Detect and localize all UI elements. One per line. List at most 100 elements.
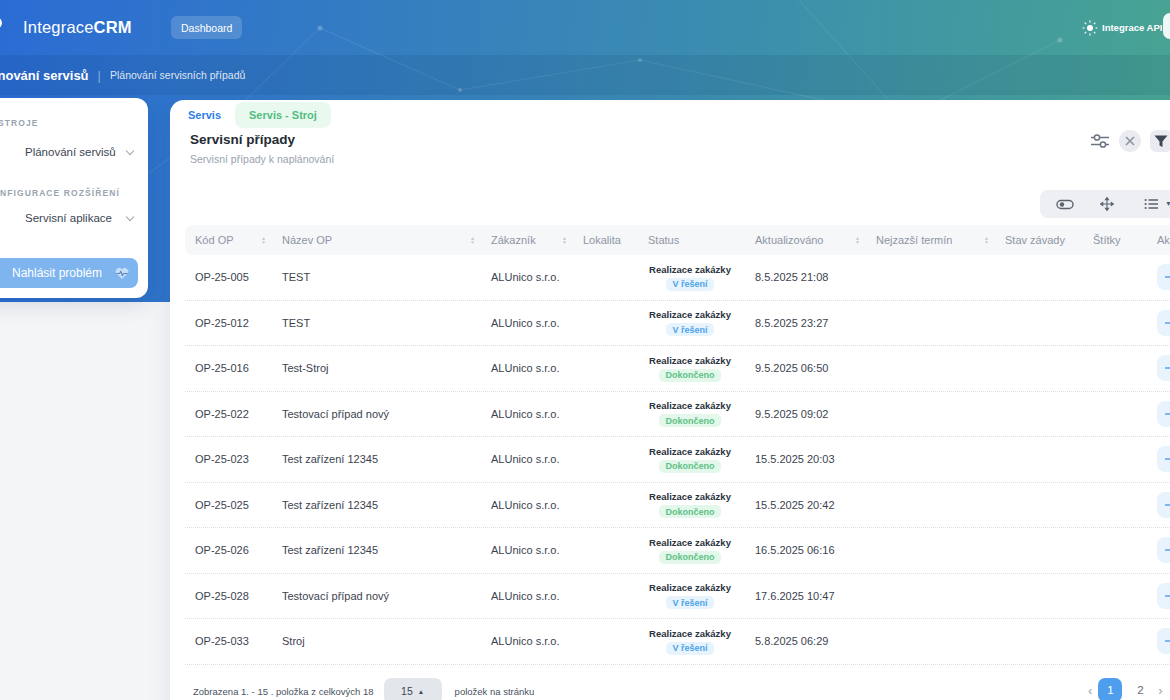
cell-zakaznik: ALUnico s.r.o. bbox=[491, 317, 583, 329]
page-button-2[interactable]: 2 bbox=[1128, 678, 1152, 700]
integrace-api-label[interactable]: Integrace API bbox=[1102, 22, 1162, 33]
row-detail-button[interactable] bbox=[1157, 310, 1170, 336]
cell-kod-op: OP-25-026 bbox=[195, 544, 282, 556]
cell-zakaznik: ALUnico s.r.o. bbox=[491, 271, 583, 283]
cell-akce bbox=[1157, 537, 1170, 563]
column-nazev-op[interactable]: Název OP▲▼ bbox=[282, 234, 491, 246]
status-name: Realizace zakázky bbox=[649, 264, 731, 275]
per-page-label: položek na stránku bbox=[455, 686, 535, 697]
cell-nazev-op: TEST bbox=[282, 317, 491, 329]
clear-filter-button[interactable] bbox=[1119, 130, 1141, 152]
page-size-select[interactable]: 15 ▲ bbox=[384, 678, 442, 700]
column-zakaznik[interactable]: Zákazník▲▼ bbox=[491, 234, 583, 246]
breadcrumb-subtitle: Plánování servisních případů bbox=[110, 69, 245, 81]
cell-zakaznik: ALUnico s.r.o. bbox=[491, 499, 583, 511]
cell-aktualizovano: 9.5.2025 06:50 bbox=[740, 362, 876, 374]
row-detail-button[interactable] bbox=[1157, 628, 1170, 654]
cell-akce bbox=[1157, 401, 1170, 427]
cell-nazev-op: Test zařízení 12345 bbox=[282, 499, 491, 511]
cell-akce bbox=[1157, 446, 1170, 472]
health-icon bbox=[115, 267, 129, 280]
cell-aktualizovano: 16.5.2025 06:16 bbox=[740, 544, 876, 556]
cell-status: Realizace zakázky Dokončeno bbox=[640, 491, 740, 518]
sidebar-item-planovani-servisu[interactable]: Plánování servisů bbox=[25, 146, 116, 158]
row-detail-button[interactable] bbox=[1157, 446, 1170, 472]
cell-kod-op: OP-25-012 bbox=[195, 317, 282, 329]
column-nejzazsi-termin[interactable]: Nejzazší termín▲▼ bbox=[876, 234, 1005, 246]
column-aktualizovano[interactable]: Aktualizováno▲▼ bbox=[740, 234, 876, 246]
cell-aktualizovano: 5.8.2025 06:29 bbox=[740, 635, 876, 647]
status-badge: Dokončeno bbox=[659, 551, 720, 564]
row-detail-button[interactable] bbox=[1157, 401, 1170, 427]
sidebar-section-stroje: STROJE bbox=[0, 118, 39, 128]
filter-button[interactable] bbox=[1150, 130, 1170, 152]
main-content: Servis Servis - Stroj Servisní případy S… bbox=[170, 100, 1170, 700]
header-edge-button[interactable] bbox=[1163, 13, 1170, 39]
tab-servis[interactable]: Servis bbox=[174, 102, 235, 128]
row-detail-button[interactable] bbox=[1157, 583, 1170, 609]
move-icon[interactable] bbox=[1100, 197, 1114, 211]
arrow-right-icon bbox=[1164, 454, 1170, 464]
chevron-down-icon[interactable]: ▼ bbox=[1165, 200, 1170, 207]
cell-zakaznik: ALUnico s.r.o. bbox=[491, 635, 583, 647]
arrow-right-icon bbox=[1164, 272, 1170, 282]
table-row: OP-25-016 Test-Stroj ALUnico s.r.o. Real… bbox=[185, 346, 1170, 392]
row-detail-button[interactable] bbox=[1157, 264, 1170, 290]
tab-servis-stroj[interactable]: Servis - Stroj bbox=[235, 102, 331, 128]
cell-aktualizovano: 9.5.2025 09:02 bbox=[740, 408, 876, 420]
toggle-icon[interactable] bbox=[1056, 197, 1074, 212]
cell-akce bbox=[1157, 583, 1170, 609]
arrow-right-icon bbox=[1164, 500, 1170, 510]
status-name: Realizace zakázky bbox=[649, 628, 731, 639]
table-row: OP-25-023 Test zařízení 12345 ALUnico s.… bbox=[185, 437, 1170, 483]
cell-status: Realizace zakázky V řešení bbox=[640, 582, 740, 609]
cell-zakaznik: ALUnico s.r.o. bbox=[491, 453, 583, 465]
next-page-icon[interactable]: › bbox=[1158, 683, 1162, 698]
row-detail-button[interactable] bbox=[1157, 355, 1170, 381]
arrow-right-icon bbox=[1164, 545, 1170, 555]
cell-zakaznik: ALUnico s.r.o. bbox=[491, 590, 583, 602]
cell-status: Realizace zakázky Dokončeno bbox=[640, 400, 740, 427]
page: IntegraceCRM Dashboard Integrace API Plá… bbox=[0, 0, 1170, 700]
page-button-1[interactable]: 1 bbox=[1098, 678, 1122, 700]
row-detail-button[interactable] bbox=[1157, 537, 1170, 563]
column-lokalita[interactable]: Lokalita bbox=[583, 234, 640, 246]
cell-kod-op: OP-25-016 bbox=[195, 362, 282, 374]
sidebar: STROJE Plánování servisů KONFIGURACE ROZ… bbox=[0, 98, 148, 298]
table-row: OP-25-026 Test zařízení 12345 ALUnico s.… bbox=[185, 528, 1170, 574]
cell-aktualizovano: 8.5.2025 21:08 bbox=[740, 271, 876, 283]
cell-nazev-op: Test zařízení 12345 bbox=[282, 544, 491, 556]
row-detail-button[interactable] bbox=[1157, 492, 1170, 518]
chevron-down-icon bbox=[126, 213, 134, 221]
sidebar-item-servisni-aplikace[interactable]: Servisní aplikace bbox=[25, 212, 112, 224]
status-badge: Dokončeno bbox=[659, 414, 720, 427]
column-kod-op[interactable]: Kód OP▲▼ bbox=[195, 234, 282, 246]
sort-icon: ▲▼ bbox=[470, 236, 475, 245]
table-row: OP-25-012 TEST ALUnico s.r.o. Realizace … bbox=[185, 301, 1170, 347]
arrow-right-icon bbox=[1164, 591, 1170, 601]
page-title: Servisní případy bbox=[190, 132, 295, 147]
cell-status: Realizace zakázky Dokončeno bbox=[640, 537, 740, 564]
funnel-icon bbox=[1154, 135, 1168, 148]
cell-nazev-op: Testovací případ nový bbox=[282, 408, 491, 420]
column-status[interactable]: Status bbox=[640, 234, 740, 246]
theme-sun-icon[interactable] bbox=[1081, 19, 1099, 37]
cell-zakaznik: ALUnico s.r.o. bbox=[491, 362, 583, 374]
report-problem-button[interactable]: Nahlásit problém bbox=[0, 258, 138, 288]
pagination: ‹ 1 2 › bbox=[1088, 678, 1163, 700]
page-size-value: 15 bbox=[401, 685, 413, 697]
cell-status: Realizace zakázky V řešení bbox=[640, 628, 740, 655]
brand-name: IntegraceCRM bbox=[23, 18, 132, 37]
cell-nazev-op: Test zařízení 12345 bbox=[282, 453, 491, 465]
column-akce[interactable]: Akce bbox=[1157, 234, 1170, 246]
cell-kod-op: OP-25-022 bbox=[195, 408, 282, 420]
cell-akce bbox=[1157, 310, 1170, 336]
list-icon[interactable] bbox=[1144, 197, 1159, 211]
nav-dashboard-button[interactable]: Dashboard bbox=[171, 16, 242, 39]
prev-page-icon[interactable]: ‹ bbox=[1088, 683, 1092, 698]
column-stitky[interactable]: Štítky bbox=[1093, 234, 1157, 246]
column-stav-zavady[interactable]: Stav závady bbox=[1005, 234, 1093, 246]
table-row: OP-25-025 Test zařízení 12345 ALUnico s.… bbox=[185, 483, 1170, 529]
sliders-icon[interactable] bbox=[1090, 133, 1110, 149]
arrow-right-icon bbox=[1164, 363, 1170, 373]
